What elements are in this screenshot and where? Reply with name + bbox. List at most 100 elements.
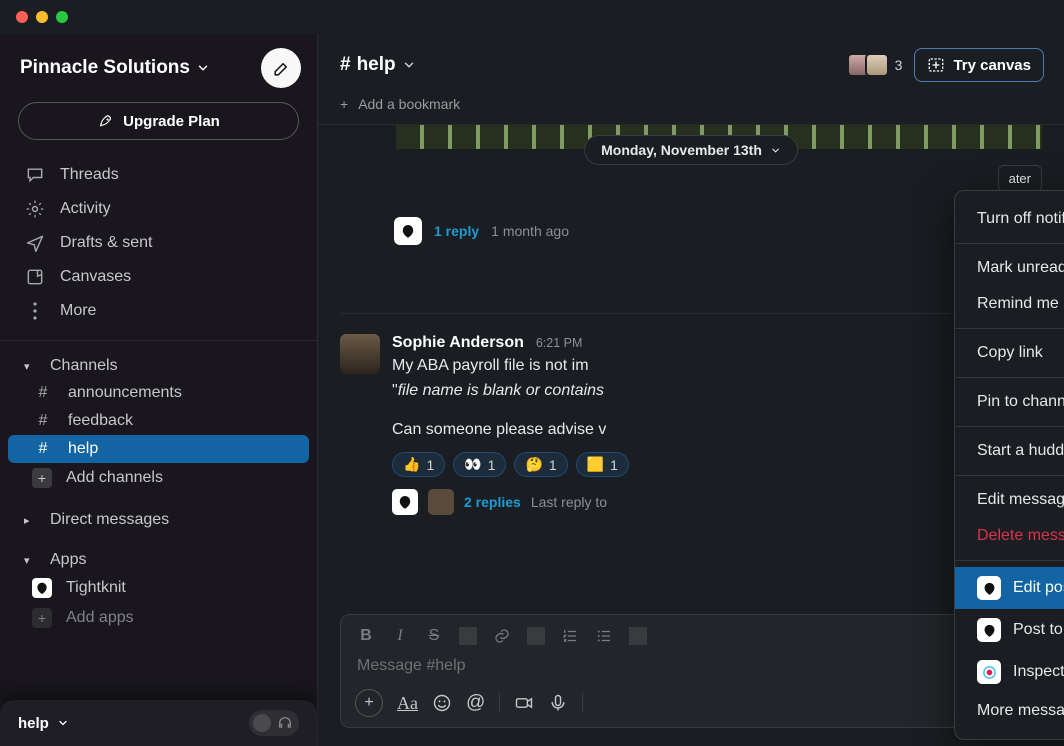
reply-link[interactable]: 1 reply <box>434 223 479 239</box>
tightknit-app-icon <box>392 489 418 515</box>
reaction-thinking[interactable]: 🤔1 <box>514 452 567 477</box>
menu-remind-me[interactable]: Remind me about this › <box>955 286 1064 322</box>
reaction-eyes[interactable]: 👀1 <box>453 452 506 477</box>
slack-devtools-icon <box>977 660 1001 684</box>
add-channels[interactable]: + Add channels <box>8 463 309 493</box>
channel-help[interactable]: # help <box>8 435 309 463</box>
sidebar-footer: help <box>0 699 317 746</box>
hash-icon: # <box>340 54 351 76</box>
menu-app-inspect[interactable]: InspectSlack Developer Tools <box>955 651 1064 693</box>
message: Sophie Anderson 6:21 PM My ABA payroll f… <box>340 313 1042 515</box>
section-apps-header[interactable]: ▾ Apps <box>0 543 317 573</box>
caret-right-icon: ▸ <box>24 514 38 527</box>
nav-canvases[interactable]: Canvases <box>0 260 317 294</box>
huddle-toggle[interactable] <box>249 710 299 736</box>
headphones-icon <box>277 715 293 731</box>
message-line: Can someone please advise v <box>392 418 606 443</box>
main-area: # help 3 Try canvas + Add a bookmark <box>318 34 1064 746</box>
canvas-add-icon <box>927 56 945 74</box>
chevron-down-icon <box>57 717 69 729</box>
activity-icon <box>24 199 46 219</box>
drafts-icon <box>24 233 46 253</box>
more-icon <box>24 301 46 321</box>
format-ol[interactable] <box>561 627 579 645</box>
threads-icon <box>24 165 46 185</box>
plus-icon: + <box>32 468 52 488</box>
caret-down-icon: ▾ <box>24 554 38 567</box>
upgrade-label: Upgrade Plan <box>123 113 220 130</box>
menu-turn-off-notifications[interactable]: Turn off notifications for replies <box>955 201 1064 237</box>
format-toggle[interactable]: Aa <box>397 693 418 714</box>
menu-more-shortcuts[interactable]: More message shortcuts… <box>955 693 1064 729</box>
menu-start-huddle[interactable]: Start a huddle in thread… <box>955 433 1064 469</box>
menu-app-post-community[interactable]: Post to communityTightknit <box>955 609 1064 651</box>
format-italic[interactable]: I <box>391 627 409 645</box>
add-apps[interactable]: + Add apps <box>8 603 309 633</box>
user-avatar <box>428 489 454 515</box>
menu-edit-message[interactable]: Edit message E <box>955 482 1064 518</box>
channel-title-button[interactable]: # help <box>340 54 416 76</box>
compose-button[interactable] <box>261 48 301 88</box>
try-canvas-button[interactable]: Try canvas <box>914 48 1044 82</box>
reaction-sticky-note[interactable]: 🟨1 <box>576 452 629 477</box>
nav-activity[interactable]: Activity <box>0 192 317 226</box>
nav-threads[interactable]: Threads <box>0 158 317 192</box>
tightknit-app-icon <box>32 578 52 598</box>
channel-announcements[interactable]: # announcements <box>8 379 309 407</box>
message-composer[interactable]: B I S Message #help + Aa @ <box>340 614 1042 728</box>
message-time: 6:21 PM <box>536 336 583 350</box>
section-channels-header[interactable]: ▾ Channels <box>0 349 317 379</box>
member-count: 3 <box>895 57 903 73</box>
chevron-down-icon <box>402 58 416 72</box>
member-avatars[interactable]: 3 <box>853 53 903 77</box>
traffic-light-close[interactable] <box>16 11 28 23</box>
channel-feedback[interactable]: # feedback <box>8 407 309 435</box>
reaction-thumbs-up[interactable]: 👍1 <box>392 452 445 477</box>
window-titlebar <box>0 0 1064 34</box>
upgrade-plan-button[interactable]: Upgrade Plan <box>18 102 299 140</box>
thread-summary[interactable]: 1 reply 1 month ago <box>394 217 569 245</box>
plus-icon: + <box>32 608 52 628</box>
message-context-menu: Turn off notifications for replies Mark … <box>954 190 1064 740</box>
menu-app-edit-post-title[interactable]: Edit post title and slugTightknit <box>955 567 1064 609</box>
format-strike[interactable]: S <box>425 627 443 645</box>
toggle-knob <box>253 714 271 732</box>
section-dm-header[interactable]: ▸ Direct messages <box>0 503 317 533</box>
format-ul[interactable] <box>595 627 613 645</box>
format-bold[interactable]: B <box>357 627 375 645</box>
video-button[interactable] <box>514 693 534 713</box>
traffic-light-zoom[interactable] <box>56 11 68 23</box>
message-author[interactable]: Sophie Anderson <box>392 334 524 352</box>
tightknit-app-icon <box>394 217 422 245</box>
user-avatar[interactable] <box>340 334 380 374</box>
menu-delete-message[interactable]: Delete message… delete <box>955 518 1064 554</box>
format-link[interactable] <box>493 627 511 645</box>
reply-timestamp: 1 month ago <box>491 223 569 239</box>
mention-button[interactable]: @ <box>466 692 485 714</box>
emoji-button[interactable] <box>432 693 452 713</box>
tightknit-app-icon <box>977 576 1001 600</box>
tightknit-app-icon <box>977 618 1001 642</box>
menu-copy-link[interactable]: Copy link L <box>955 335 1064 371</box>
rocket-icon <box>97 112 115 130</box>
replies-link[interactable]: 2 replies <box>464 494 521 510</box>
thread-summary-row[interactable]: 2 replies Last reply to <box>392 489 1042 515</box>
audio-button[interactable] <box>548 693 568 713</box>
chevron-down-icon <box>770 145 781 156</box>
traffic-light-minimize[interactable] <box>36 11 48 23</box>
date-divider[interactable]: Monday, November 13th <box>584 135 798 165</box>
composer-input[interactable]: Message #help <box>353 655 1029 689</box>
divider <box>0 340 317 341</box>
add-bookmark-button[interactable]: + Add a bookmark <box>318 90 1064 125</box>
hash-icon: # <box>32 440 54 458</box>
nav-drafts[interactable]: Drafts & sent <box>0 226 317 260</box>
canvases-icon <box>24 267 46 287</box>
nav-more[interactable]: More <box>0 294 317 328</box>
message-line: My ABA payroll file is not im <box>392 354 606 379</box>
menu-mark-unread[interactable]: Mark unread U <box>955 250 1064 286</box>
app-tightknit[interactable]: Tightknit <box>8 573 309 603</box>
workspace-switcher[interactable]: Pinnacle Solutions <box>20 57 210 79</box>
footer-channel-switcher[interactable]: help <box>18 715 69 732</box>
attach-button[interactable]: + <box>355 689 383 717</box>
menu-pin-channel[interactable]: Pin to channel P <box>955 384 1064 420</box>
